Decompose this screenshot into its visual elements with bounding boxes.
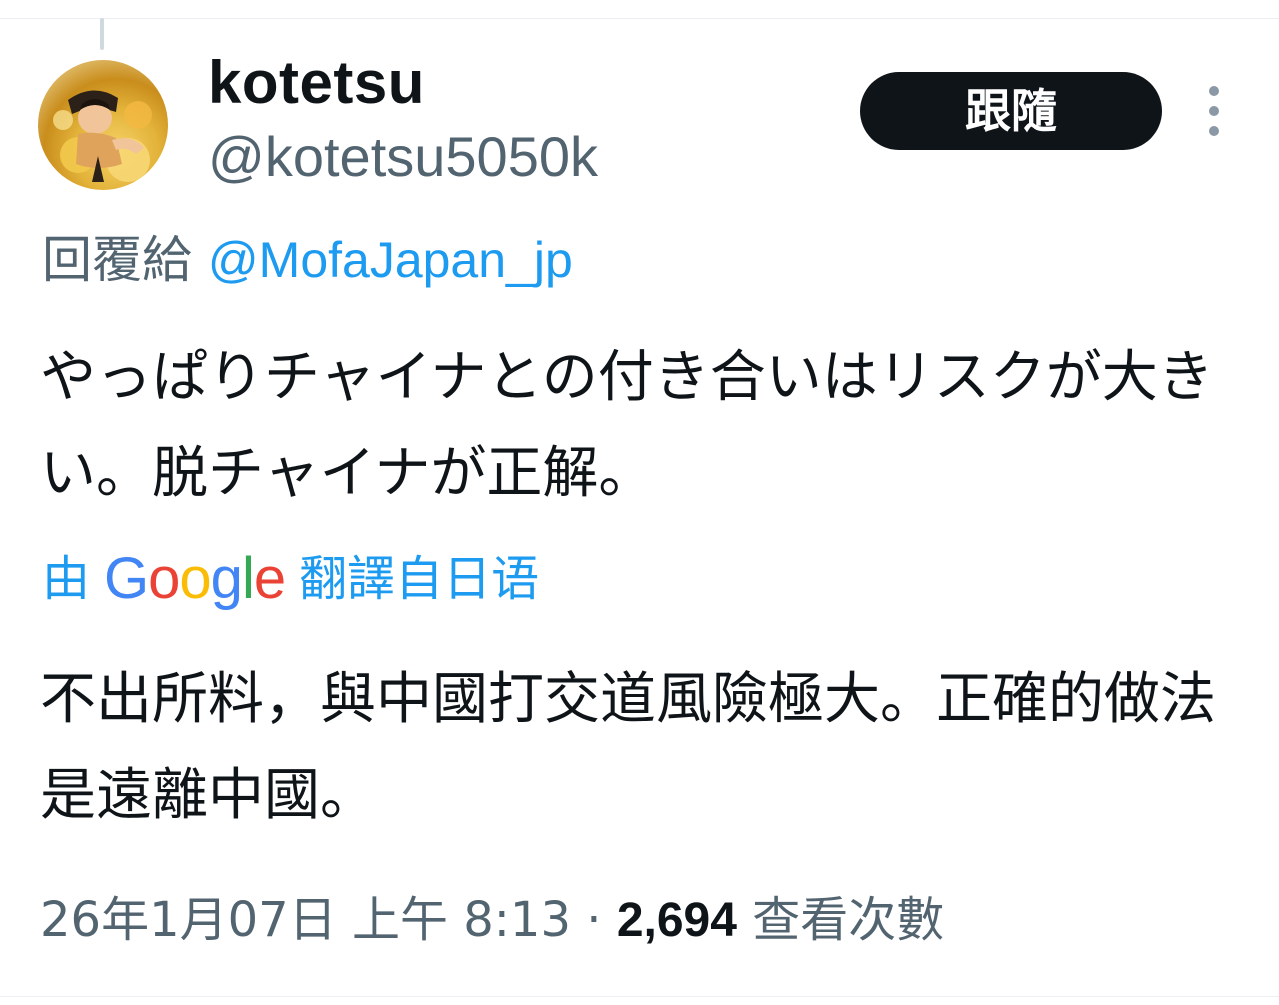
- reply-prefix: 回覆給: [42, 231, 192, 289]
- follow-button[interactable]: 跟隨: [860, 72, 1162, 150]
- reply-mention-link[interactable]: @MofaJapan_jp: [208, 232, 573, 288]
- more-vertical-icon[interactable]: [1196, 86, 1232, 136]
- translation-attribution[interactable]: 由 Google 翻譯自日语: [42, 544, 539, 614]
- translation-prefix: 由: [42, 551, 91, 607]
- views-label: 查看次數: [752, 892, 945, 948]
- meta-separator: ·: [586, 892, 602, 948]
- reply-context: 回覆給 @MofaJapan_jp: [42, 228, 573, 292]
- avatar-image: [53, 90, 152, 182]
- timestamp-link[interactable]: 26年1月07日 上午 8:13: [40, 892, 571, 948]
- more-dot: [1209, 126, 1219, 136]
- tweet-text: やっぱりチャイナとの付き合いはリスクが大きい。脱チャイナが正解。: [40, 345, 1214, 506]
- translation-suffix: 翻譯自日语: [299, 551, 540, 607]
- tweet-meta: 26年1月07日 上午 8:13 · 2,694 查看次數: [40, 888, 944, 953]
- translated-text: 不出所料，與中國打交道風險極大。正確的做法是遠離中國。: [40, 667, 1216, 828]
- bottom-divider: [0, 996, 1279, 997]
- thread-connector-line: [100, 18, 104, 50]
- avatar[interactable]: [38, 60, 168, 190]
- google-logo-letter: e: [253, 546, 286, 611]
- top-divider: [0, 0, 1279, 19]
- google-logo: Google: [104, 544, 286, 614]
- author-handle[interactable]: @kotetsu5050k: [208, 126, 598, 188]
- author-name[interactable]: kotetsu: [208, 50, 425, 116]
- google-logo-letter: G: [104, 546, 149, 611]
- google-logo-letter: l: [241, 546, 255, 611]
- more-dot: [1209, 106, 1219, 116]
- google-logo-letter: o: [179, 546, 211, 611]
- google-logo-letter: o: [148, 546, 180, 611]
- views-count: 2,694: [616, 894, 737, 947]
- more-dot: [1209, 86, 1219, 96]
- google-logo-letter: g: [210, 546, 243, 611]
